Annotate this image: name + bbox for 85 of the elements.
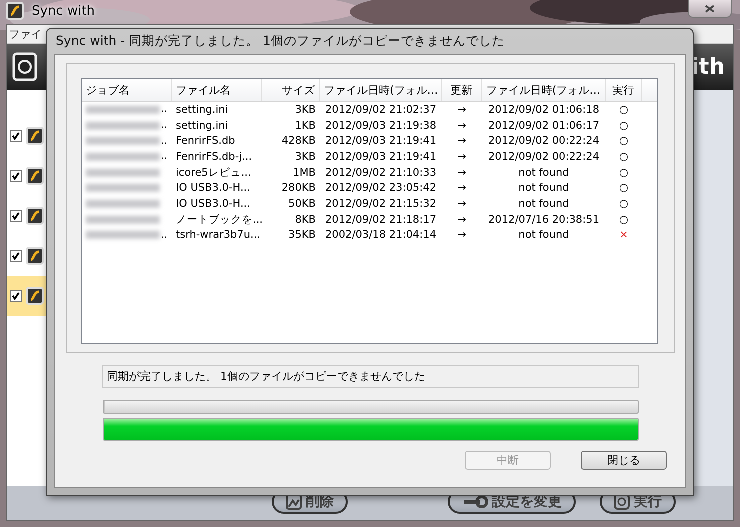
table-cell-text: → [456,134,468,150]
table-cell-text: ○ [618,212,630,228]
table-cell-text: icore5レビュ... [175,166,252,180]
column-header[interactable]: ファイル名 [172,79,262,101]
table-cell-text: tsrh-wrar3b7u... [175,228,262,244]
table-cell-text: FenrirFS.db [175,134,236,150]
table-cell-text: → [456,196,468,212]
table-cell: .. [161,104,168,116]
table-cell-text: → [456,212,468,228]
column-header[interactable]: ファイル日時(フォル… [320,79,442,101]
table-cell-text: 2012/09/02 00:22:24 [487,150,600,165]
sync-job-icon [26,205,46,227]
table-cell-text: setting.ini [175,102,230,118]
table-cell-text: 2012/09/02 21:10:33 [324,166,438,180]
table-cell-text: 2012/07/16 20:38:51 [487,212,600,228]
table-cell-text: → [456,118,468,134]
table-cell-text: 2012/09/03 21:19:38 [324,118,438,134]
table-cell-text: 1KB [294,118,317,134]
sync-job-icon [26,245,46,267]
sync-job-icon [26,125,46,147]
table-cell-text: → [456,166,468,180]
checkbox[interactable] [10,290,22,302]
table-cell-text: 3KB [294,150,317,165]
table-cell-text: FenrirFS.db-j... [175,150,254,165]
table-cell-text: 2012/09/03 21:19:41 [324,134,438,150]
checkbox[interactable] [10,170,22,182]
table-cell-text: 2012/09/02 23:05:42 [324,181,438,196]
table-cell-text: → [456,150,468,165]
table-cell-text: 2012/09/02 21:18:17 [324,212,438,228]
column-header[interactable]: サイズ [262,79,320,101]
table-cell-text: IO USB3.0-H... [175,181,252,196]
table-cell: .. [161,120,168,132]
table-cell: .. [161,230,168,241]
table-cell-text: 2012/09/02 21:15:32 [324,196,438,212]
table-cell: .. [161,136,168,147]
table-cell-text: ○ [618,166,630,180]
table-cell-text: × [618,228,630,244]
table-cell-text: → [456,181,468,196]
table-cell-text: not found [518,196,570,212]
table-cell: .. [161,151,168,162]
column-header[interactable]: 更新 [442,79,482,101]
job-row[interactable] [7,276,47,316]
table-cell-text: setting.ini [175,118,230,134]
status-field: 同期が完了しました。 1個のファイルがコピーできませんでした [102,365,639,388]
table-cell-text: ノートブックを... [175,212,262,228]
table-cell-text: IO USB3.0-H... [175,196,252,212]
table-cell-text: 35KB [288,228,317,244]
table-cell-text: ○ [618,102,630,118]
table-cell-text: 50KB [288,196,317,212]
checkbox[interactable] [10,130,22,142]
table-cell-text: ○ [618,196,630,212]
table-cell-text: 280KB [280,181,317,196]
table-cell-text: not found [518,228,570,244]
table-cell-text: 2012/09/02 01:06:18 [487,102,600,118]
close-button[interactable] [688,0,732,18]
table-cell-text: → [456,102,468,118]
sync-job-icon [26,285,46,307]
column-header[interactable]: ジョブ名 [82,79,172,101]
close-icon [705,4,715,12]
table-cell-text: 2012/09/02 21:02:37 [324,102,438,118]
table-cell-text: not found [518,181,570,196]
table-cell-text: 8KB [294,212,317,228]
table-cell-text: 428KB [280,134,317,150]
window-title: Sync with [32,4,96,18]
column-header[interactable]: 実行 [606,79,642,101]
column-header[interactable]: ファイル日時(フォル… [482,79,606,101]
table-cell-text: 2012/09/02 00:22:24 [487,134,600,150]
table-cell-text: 2012/09/02 01:06:17 [487,118,600,134]
sync-job-icon [26,165,46,187]
dialog-title: Sync with - 同期が完了しました。 1個のファイルがコピーできませんでした [55,32,506,50]
table-cell-text: 2012/09/03 21:19:41 [324,150,438,165]
sync-job-icon [6,0,26,22]
checkbox[interactable] [10,210,22,222]
checkbox[interactable] [10,250,22,262]
close-dialog-button[interactable]: 閉じる [581,451,667,470]
table-cell-text: 2002/03/18 21:04:14 [324,228,438,244]
table-cell-text: ○ [618,118,630,134]
table-cell-text: ○ [618,134,630,150]
table-cell-text: ○ [618,181,630,196]
menu-item[interactable]: ファイ [7,25,44,43]
table-cell-text: 1MB [292,166,317,180]
table-cell-text: not found [518,166,570,180]
table-cell-text: 3KB [294,102,317,118]
table-cell-text: ○ [618,150,630,165]
table-cell-text: → [456,228,468,244]
